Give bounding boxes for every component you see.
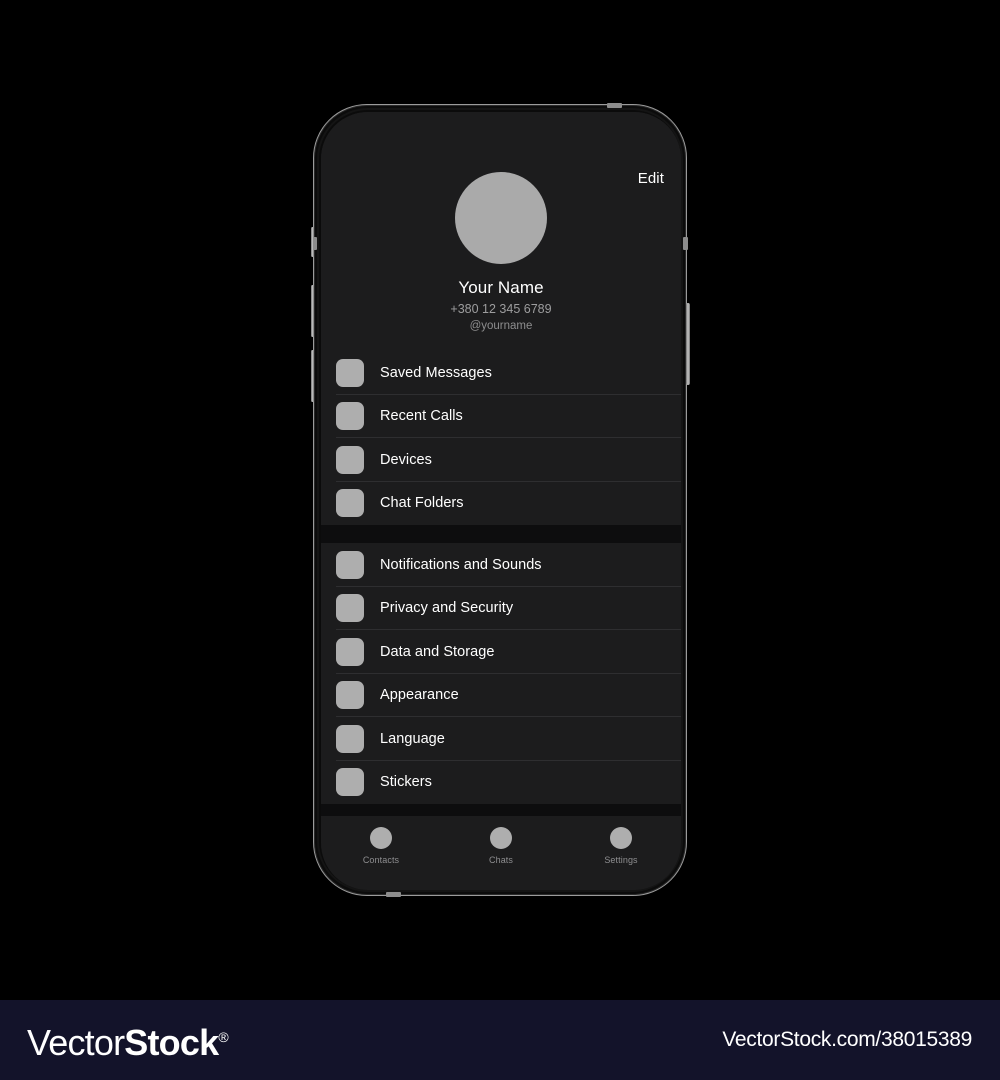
settings-row-saved-messages[interactable]: Saved Messages [321, 351, 681, 395]
settings-row-chat-folders[interactable]: Chat Folders [321, 482, 681, 526]
tab-label: Settings [604, 855, 638, 865]
settings-group-divider [321, 525, 681, 543]
volume-up-button[interactable] [310, 285, 314, 337]
edit-button[interactable]: Edit [638, 170, 664, 187]
recent-calls-icon [336, 402, 364, 431]
profile-name: Your Name [458, 278, 544, 297]
settings-icon [610, 827, 632, 849]
settings-row-stickers[interactable]: Stickers [321, 761, 681, 805]
settings-row-recent-calls[interactable]: Recent Calls [321, 395, 681, 439]
saved-messages-icon [336, 358, 364, 387]
settings-row-label: Notifications and Sounds [380, 556, 542, 573]
tab-label: Contacts [362, 855, 400, 865]
settings-row-label: Language [380, 730, 445, 747]
settings-row-label: Chat Folders [380, 495, 464, 512]
data-storage-icon [336, 637, 364, 666]
settings-row-notifications-and-sounds[interactable]: Notifications and Sounds [321, 543, 681, 587]
profile-header: Edit Your Name +380 12 345 6789 @yournam… [321, 112, 681, 351]
phone-device-mockup: Edit Your Name +380 12 345 6789 @yournam… [310, 103, 690, 897]
logo-text-bold: Stock [124, 1022, 219, 1063]
antenna-band-bottom [386, 892, 401, 897]
settings-row-privacy-and-security[interactable]: Privacy and Security [321, 587, 681, 631]
phone-screen: Edit Your Name +380 12 345 6789 @yournam… [321, 112, 681, 890]
notifications-icon [336, 550, 364, 579]
settings-list: Saved Messages Recent Calls Devices Chat… [321, 351, 681, 890]
watermark-footer: VectorStock® VectorStock.com/38015389 [0, 1000, 1000, 1080]
settings-row-label: Data and Storage [380, 643, 495, 660]
vectorstock-url: VectorStock.com/38015389 [722, 1028, 972, 1051]
settings-row-data-and-storage[interactable]: Data and Storage [321, 630, 681, 674]
tab-label: Chats [488, 855, 513, 865]
settings-row-appearance[interactable]: Appearance [321, 674, 681, 718]
contacts-icon [370, 827, 392, 849]
canvas-stage: Edit Your Name +380 12 345 6789 @yournam… [0, 0, 1000, 1000]
tab-contacts[interactable]: Contacts [321, 827, 441, 865]
power-button[interactable] [686, 303, 690, 385]
bottom-tab-bar: Contacts Chats Settings [321, 816, 681, 890]
antenna-band-right [683, 237, 688, 250]
antenna-band-top [607, 103, 622, 108]
vectorstock-logo: VectorStock® [27, 1022, 229, 1064]
tab-chats[interactable]: Chats [441, 827, 561, 865]
settings-row-label: Saved Messages [380, 364, 492, 381]
language-icon [336, 724, 364, 753]
settings-group-2: Notifications and Sounds Privacy and Sec… [321, 543, 681, 804]
settings-row-label: Stickers [380, 774, 432, 791]
volume-down-button[interactable] [310, 350, 314, 402]
settings-row-label: Appearance [380, 687, 459, 704]
chats-icon [490, 827, 512, 849]
settings-row-label: Devices [380, 451, 432, 468]
chat-folders-icon [336, 489, 364, 518]
silent-switch[interactable] [310, 227, 314, 257]
appearance-icon [336, 681, 364, 710]
avatar[interactable] [455, 172, 547, 264]
settings-row-language[interactable]: Language [321, 717, 681, 761]
stickers-icon [336, 768, 364, 797]
settings-row-label: Recent Calls [380, 408, 463, 425]
logo-text-thin: Vector [27, 1022, 125, 1063]
profile-username: @yourname [469, 320, 533, 332]
registered-mark: ® [218, 1029, 228, 1045]
privacy-icon [336, 594, 364, 623]
settings-row-devices[interactable]: Devices [321, 438, 681, 482]
profile-phone-number: +380 12 345 6789 [450, 302, 552, 316]
tab-settings[interactable]: Settings [561, 827, 681, 865]
settings-group-1: Saved Messages Recent Calls Devices Chat… [321, 351, 681, 525]
settings-row-label: Privacy and Security [380, 600, 514, 617]
devices-icon [336, 445, 364, 474]
